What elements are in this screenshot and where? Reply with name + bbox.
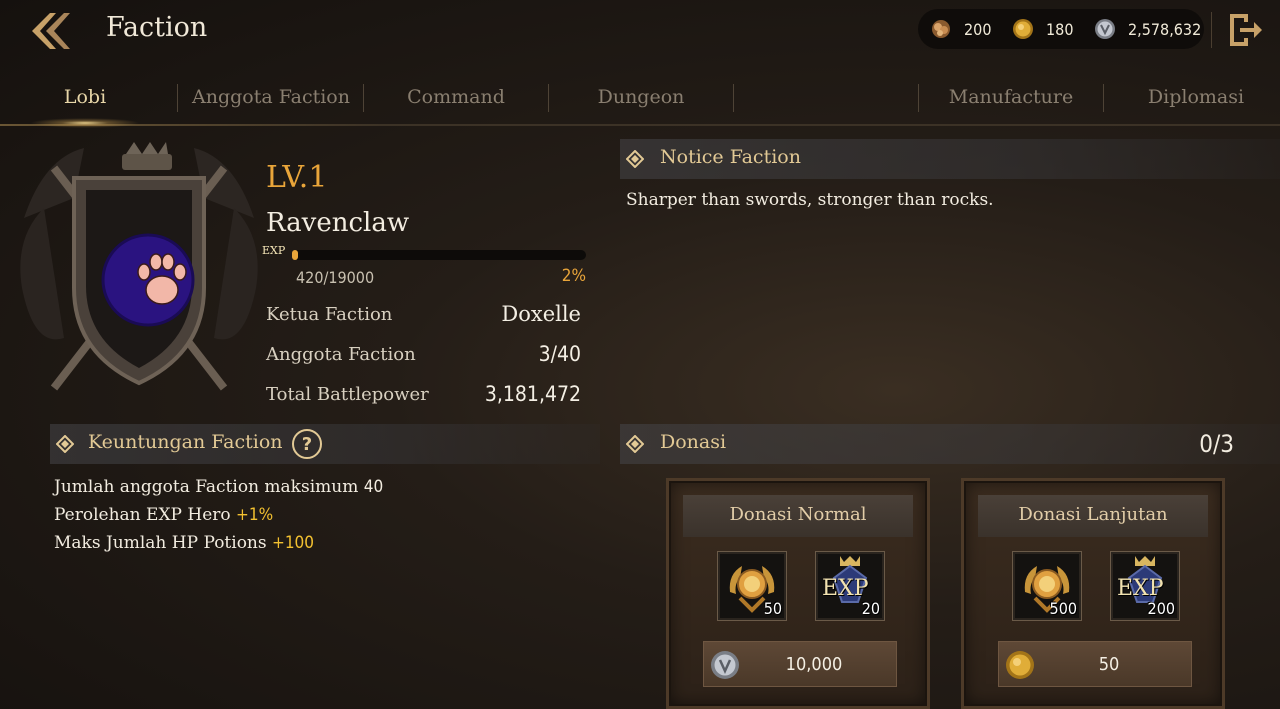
tab-dungeon[interactable]: Dungeon bbox=[551, 86, 731, 108]
reward-qty: 50 bbox=[763, 599, 782, 618]
gold-coin-icon bbox=[1006, 651, 1034, 679]
help-icon[interactable]: ? bbox=[292, 429, 322, 459]
back-button[interactable] bbox=[28, 10, 74, 52]
gold-value: 180 bbox=[1046, 19, 1074, 39]
reward-slot-exp[interactable]: EXP 20 bbox=[815, 551, 885, 621]
exit-icon bbox=[1230, 14, 1262, 46]
card-header: Donasi Normal bbox=[683, 495, 913, 537]
benefit-value: 40 bbox=[363, 477, 384, 497]
tab-divider bbox=[548, 84, 549, 112]
card-title: Donasi Lanjutan bbox=[1018, 504, 1168, 525]
card-header: Donasi Lanjutan bbox=[978, 495, 1208, 537]
card-title: Donasi Normal bbox=[729, 504, 867, 525]
tab-divider bbox=[363, 84, 364, 112]
reward-qty: 200 bbox=[1147, 599, 1175, 618]
faction-emblem[interactable] bbox=[14, 138, 264, 400]
reward-slot-medal[interactable]: 50 bbox=[717, 551, 787, 621]
benefit-value: +1% bbox=[236, 505, 274, 525]
paw-icon bbox=[137, 253, 187, 305]
exp-progress-fill bbox=[292, 250, 299, 260]
tab-divider bbox=[733, 84, 734, 112]
divider bbox=[1211, 12, 1212, 48]
benefit-item: Jumlah anggota Faction maksimum 40 bbox=[54, 477, 383, 497]
donation-title: Donasi bbox=[660, 431, 727, 453]
battlepower-label: Total Battlepower bbox=[266, 384, 429, 405]
benefits-title: Keuntungan Faction bbox=[88, 431, 283, 453]
gold-coin-icon bbox=[1013, 19, 1033, 39]
currency-gold[interactable]: 180 bbox=[1012, 9, 1073, 49]
battlepower-value: 3,181,472 bbox=[484, 382, 581, 406]
tab-anggota-faction[interactable]: Anggota Faction bbox=[180, 86, 362, 108]
ore-value: 200 bbox=[964, 19, 992, 39]
back-arrow-icon bbox=[32, 13, 70, 49]
benefit-label: Perolehan EXP Hero bbox=[54, 505, 237, 525]
reward-slot-exp[interactable]: EXP 200 bbox=[1110, 551, 1180, 621]
leader-label: Ketua Faction bbox=[266, 304, 393, 325]
exp-progress-bar bbox=[292, 250, 586, 260]
reward-qty: 20 bbox=[861, 599, 880, 618]
donation-card-normal: Donasi Normal 50 EXP 20 10,000 bbox=[666, 478, 930, 709]
tab-divider bbox=[1103, 84, 1104, 112]
notice-title: Notice Faction bbox=[660, 146, 801, 168]
tab-diplomasi[interactable]: Diplomasi bbox=[1106, 86, 1280, 108]
page-title: Faction bbox=[106, 12, 208, 43]
silver-coin-icon bbox=[711, 651, 739, 679]
notice-header: Notice Faction bbox=[620, 139, 1280, 179]
silver-value: 2,578,632 bbox=[1128, 19, 1202, 39]
ore-icon bbox=[932, 20, 950, 38]
donation-card-advanced: Donasi Lanjutan 500 EXP 200 50 bbox=[961, 478, 1225, 709]
faction-name: Ravenclaw bbox=[266, 208, 410, 238]
benefit-value: +100 bbox=[272, 533, 315, 553]
diamond-icon bbox=[626, 435, 644, 453]
benefit-label: Maks Jumlah HP Potions bbox=[54, 533, 273, 553]
tab-lobi[interactable]: Lobi bbox=[40, 86, 130, 108]
benefits-header: Keuntungan Faction ? bbox=[50, 424, 600, 464]
benefit-item: Perolehan EXP Hero +1% bbox=[54, 505, 273, 525]
tab-command[interactable]: Command bbox=[366, 86, 546, 108]
reward-slot-medal[interactable]: 500 bbox=[1012, 551, 1082, 621]
exp-label: EXP bbox=[822, 576, 869, 601]
members-value: 3/40 bbox=[538, 342, 581, 366]
exp-text: 420/19000 bbox=[296, 268, 375, 287]
exp-badge: EXP bbox=[262, 244, 286, 257]
tab-manufacture[interactable]: Manufacture bbox=[921, 86, 1101, 108]
active-tab-indicator bbox=[30, 118, 140, 128]
exp-label: EXP bbox=[1117, 576, 1164, 601]
top-bar: Faction 200 180 2,578,632 bbox=[0, 0, 1280, 62]
notice-text: Sharper than swords, stronger than rocks… bbox=[626, 190, 994, 210]
tab-divider bbox=[918, 84, 919, 112]
donate-advanced-button[interactable]: 50 bbox=[998, 641, 1192, 687]
cost-value: 10,000 bbox=[785, 654, 843, 675]
benefit-label: Jumlah anggota Faction maksimum bbox=[54, 477, 364, 497]
silver-coin-icon bbox=[1095, 19, 1115, 39]
currency-silver[interactable]: 2,578,632 bbox=[1094, 9, 1201, 49]
currency-bar: 200 180 2,578,632 bbox=[918, 9, 1204, 49]
reward-qty: 500 bbox=[1049, 599, 1077, 618]
tab-bar: Lobi Anggota Faction Command Dungeon Man… bbox=[0, 80, 1280, 120]
faction-level: LV.1 bbox=[266, 160, 328, 195]
cost-value: 50 bbox=[1098, 654, 1120, 675]
members-label: Anggota Faction bbox=[266, 344, 416, 365]
currency-ore[interactable]: 200 bbox=[930, 9, 991, 49]
benefit-item: Maks Jumlah HP Potions +100 bbox=[54, 533, 314, 553]
donate-normal-button[interactable]: 10,000 bbox=[703, 641, 897, 687]
exit-button[interactable] bbox=[1226, 12, 1264, 48]
leader-value[interactable]: Doxelle bbox=[501, 302, 581, 326]
tab-divider bbox=[177, 84, 178, 112]
donation-count: 0/3 bbox=[1199, 430, 1234, 458]
tab-underline bbox=[0, 124, 1280, 126]
exp-percent: 2% bbox=[561, 266, 586, 286]
diamond-icon bbox=[626, 150, 644, 168]
diamond-icon bbox=[56, 435, 74, 453]
